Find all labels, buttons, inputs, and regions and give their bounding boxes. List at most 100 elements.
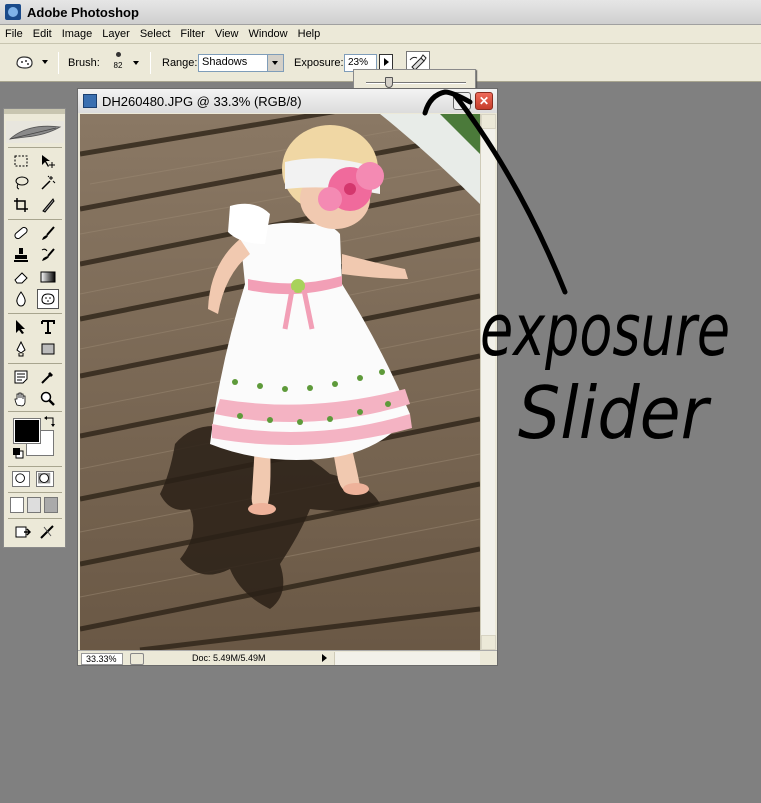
eyedropper-icon [41, 372, 53, 384]
document-title: DH260480.JPG @ 33.3% (RGB/8) [102, 93, 302, 109]
range-select[interactable]: Shadows [198, 54, 284, 72]
photo-toddler-on-deck [80, 114, 480, 650]
eraser-tool[interactable] [10, 267, 32, 287]
range-label: Range: [162, 57, 198, 69]
document-icon [83, 94, 97, 108]
brush-tip-icon [115, 52, 121, 57]
standard-mode-button[interactable] [12, 471, 30, 487]
menu-image[interactable]: Image [57, 28, 98, 40]
document-window: DH260480.JPG @ 33.3% (RGB/8) ✕ 33.33% Do… [77, 88, 498, 666]
rectangle-icon [41, 343, 55, 355]
lasso-icon [15, 176, 29, 190]
brush-tool[interactable] [37, 223, 59, 243]
brush-picker[interactable]: 82 [108, 50, 128, 76]
magic-wand-icon [41, 175, 56, 190]
palette-grip[interactable] [4, 109, 65, 114]
menu-file[interactable]: File [0, 28, 28, 40]
menu-window[interactable]: Window [244, 28, 293, 40]
standard-mode-icon [15, 473, 25, 483]
history-brush-tool[interactable] [37, 245, 59, 265]
scroll-up-icon[interactable] [481, 114, 496, 129]
document-size: Doc: 5.49M/5.49M [192, 653, 266, 663]
type-tool[interactable] [37, 317, 59, 337]
document-title-bar[interactable]: DH260480.JPG @ 33.3% (RGB/8) ✕ [78, 89, 497, 113]
dropdown-button[interactable] [267, 55, 283, 71]
path-selection-tool[interactable] [10, 317, 32, 337]
hand-tool[interactable] [10, 389, 32, 409]
screen-mode-standard[interactable] [10, 497, 24, 513]
annotation-label-slider: Slider [518, 371, 712, 455]
foreground-color-swatch[interactable] [13, 418, 41, 444]
screen-mode-full-menu[interactable] [27, 497, 41, 513]
imageready-logo-icon [40, 525, 54, 539]
maximize-button[interactable] [453, 92, 471, 110]
sponge-tool[interactable] [37, 289, 59, 309]
menu-view[interactable]: View [210, 28, 244, 40]
crop-icon [14, 198, 28, 212]
exposure-slider-track[interactable] [366, 82, 466, 84]
history-brush-icon [41, 248, 55, 261]
exposure-label: Exposure: [294, 57, 344, 69]
status-info-icon[interactable] [130, 653, 144, 665]
brush-size: 82 [113, 61, 123, 70]
lasso-tool[interactable] [10, 173, 32, 193]
screen-mode-full[interactable] [44, 497, 58, 513]
blur-tool[interactable] [10, 289, 32, 309]
vertical-scrollbar[interactable] [480, 114, 496, 650]
clone-stamp-tool[interactable] [10, 245, 32, 265]
app-title: Adobe Photoshop [27, 4, 139, 20]
app-title-bar: Adobe Photoshop [0, 0, 761, 25]
scroll-down-icon[interactable] [481, 635, 496, 650]
horizontal-scrollbar[interactable] [334, 652, 480, 665]
pen-tool[interactable] [10, 339, 32, 359]
water-drop-icon [16, 291, 26, 307]
eyedropper-tool[interactable] [37, 367, 59, 387]
menu-select[interactable]: Select [135, 28, 176, 40]
marquee-tool[interactable] [10, 151, 32, 171]
menu-bar: File Edit Image Layer Select Filter View… [0, 25, 761, 44]
annotation-label-exposure: exposure [480, 288, 730, 372]
range-value: Shadows [202, 56, 248, 68]
magnifier-icon [40, 391, 55, 406]
move-tool[interactable] [37, 151, 59, 171]
type-icon [41, 320, 55, 334]
sponge-tool-icon [16, 56, 33, 69]
feather-logo-icon[interactable] [6, 121, 64, 143]
note-icon [14, 370, 28, 384]
chevron-down-icon [272, 61, 278, 65]
menu-help[interactable]: Help [293, 28, 326, 40]
tools-palette [3, 108, 66, 548]
zoom-field[interactable]: 33.33% [81, 653, 123, 665]
quick-mask-icon [38, 472, 51, 484]
default-colors-icon[interactable] [12, 447, 24, 459]
shape-tool[interactable] [37, 339, 59, 359]
status-menu-arrow-icon[interactable] [322, 654, 327, 662]
gradient-tool[interactable] [37, 267, 59, 287]
arrow-pointer-icon [16, 320, 25, 334]
close-button[interactable]: ✕ [475, 92, 493, 110]
imageready-logo[interactable] [36, 522, 58, 542]
chevron-down-icon[interactable] [133, 61, 139, 65]
hand-icon [14, 392, 26, 407]
exposure-slider-toggle[interactable] [379, 54, 393, 70]
slice-tool[interactable] [37, 195, 59, 215]
photoshop-app-icon [5, 4, 21, 20]
jump-to-imageready-button[interactable] [12, 522, 34, 542]
menu-layer[interactable]: Layer [97, 28, 135, 40]
menu-filter[interactable]: Filter [175, 28, 209, 40]
document-status-bar: 33.33% Doc: 5.49M/5.49M [78, 650, 497, 665]
zoom-tool[interactable] [37, 389, 59, 409]
tool-preset-picker[interactable] [14, 53, 48, 73]
notes-tool[interactable] [10, 367, 32, 387]
magic-wand-tool[interactable] [37, 173, 59, 193]
exposure-slider-thumb[interactable] [385, 77, 393, 88]
image-canvas[interactable] [80, 114, 480, 650]
quick-mask-button[interactable] [36, 471, 54, 487]
menu-edit[interactable]: Edit [28, 28, 57, 40]
crop-tool[interactable] [10, 195, 32, 215]
swap-colors-icon[interactable] [44, 415, 56, 427]
healing-brush-tool[interactable] [10, 223, 32, 243]
move-icon [42, 155, 55, 168]
stamp-icon [14, 248, 28, 262]
chevron-down-icon [42, 60, 48, 64]
